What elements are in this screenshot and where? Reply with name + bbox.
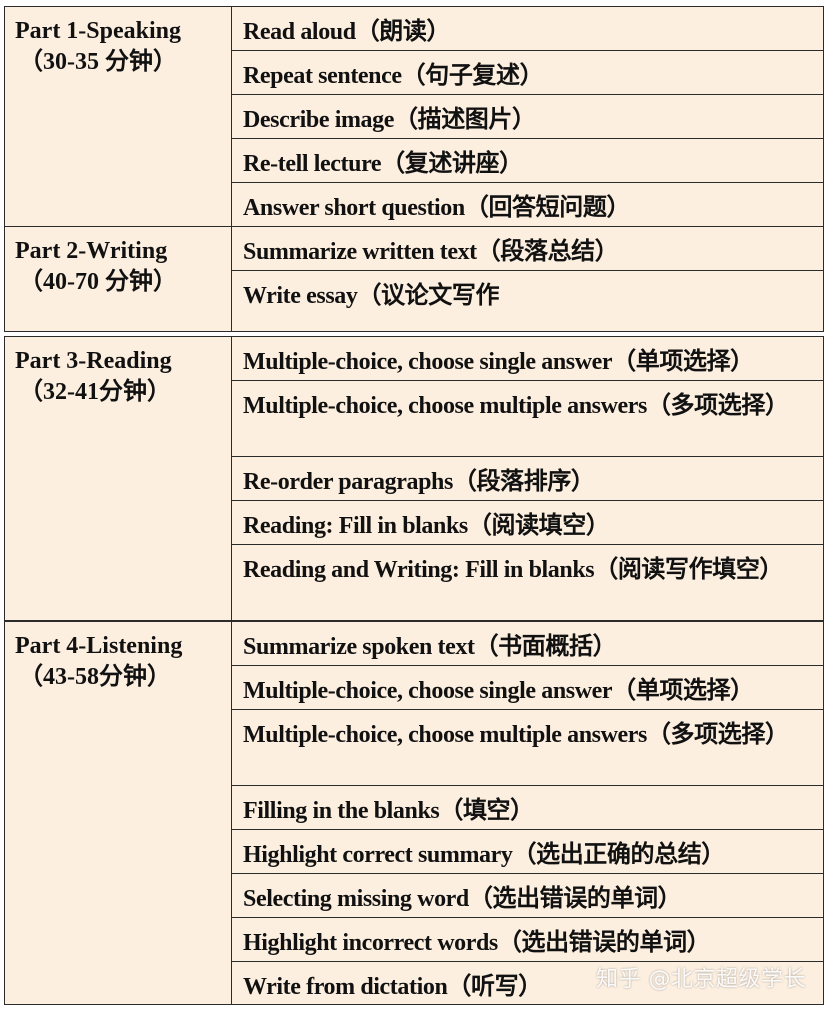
- part-name: Part 4-Listening: [15, 633, 183, 659]
- part-duration: （30-35 分钟）: [19, 49, 177, 75]
- task-item: Highlight incorrect words（选出错误的单词）: [231, 917, 824, 962]
- part-name: Part 1-Speaking: [15, 18, 182, 44]
- task-item: Multiple-choice, choose multiple answers…: [231, 709, 824, 786]
- task-item: Selecting missing word（选出错误的单词）: [231, 873, 824, 918]
- task-item: Repeat sentence（句子复述）: [231, 50, 824, 95]
- task-item: Multiple-choice, choose single answer（单项…: [231, 665, 824, 710]
- task-item: Reading and Writing: Fill in blanks（阅读写作…: [231, 544, 824, 621]
- part-cell: Part 3-Reading （32-41分钟）: [4, 336, 232, 621]
- task-item: Write essay（议论文写作: [231, 270, 824, 332]
- task-item: Multiple-choice, choose multiple answers…: [231, 380, 824, 457]
- part-cell: Part 2-Writing （40-70 分钟）: [4, 226, 232, 332]
- table-row: Part 1-Speaking （30-35 分钟） Read aloud（朗读…: [4, 6, 824, 227]
- task-item: Read aloud（朗读）: [231, 6, 824, 51]
- task-item: Summarize spoken text（书面概括）: [231, 621, 824, 666]
- task-item: Multiple-choice, choose single answer（单项…: [231, 336, 824, 381]
- part-cell: Part 1-Speaking （30-35 分钟）: [4, 6, 232, 227]
- task-item: Summarize written text（段落总结）: [231, 226, 824, 271]
- table-row: Part 4-Listening （43-58分钟） Summarize spo…: [4, 621, 824, 1005]
- part-duration: （32-41分钟）: [19, 379, 171, 405]
- table-row: Part 3-Reading （32-41分钟） Multiple-choice…: [4, 336, 824, 621]
- task-item: Answer short question（回答短问题）: [231, 182, 824, 227]
- part-cell: Part 4-Listening （43-58分钟）: [4, 621, 232, 1005]
- part-duration: （43-58分钟）: [19, 664, 171, 690]
- task-item: Describe image（描述图片）: [231, 94, 824, 139]
- reading-table: Part 3-Reading （32-41分钟） Multiple-choice…: [4, 336, 824, 621]
- listening-table: Part 4-Listening （43-58分钟） Summarize spo…: [4, 621, 824, 1005]
- task-item: Reading: Fill in blanks（阅读填空）: [231, 500, 824, 545]
- task-item: Filling in the blanks（填空）: [231, 785, 824, 830]
- task-item: Re-tell lecture（复述讲座）: [231, 138, 824, 183]
- table-row: Part 2-Writing （40-70 分钟） Summarize writ…: [4, 226, 824, 332]
- watermark: 知乎 @北京超级学长: [596, 967, 806, 992]
- task-item: Highlight correct summary（选出正确的总结）: [231, 829, 824, 874]
- part-name: Part 3-Reading: [15, 348, 172, 374]
- task-item: Re-order paragraphs（段落排序）: [231, 456, 824, 501]
- part-name: Part 2-Writing: [15, 238, 168, 264]
- part-duration: （40-70 分钟）: [19, 269, 177, 295]
- speaking-writing-table: Part 1-Speaking （30-35 分钟） Read aloud（朗读…: [4, 6, 824, 332]
